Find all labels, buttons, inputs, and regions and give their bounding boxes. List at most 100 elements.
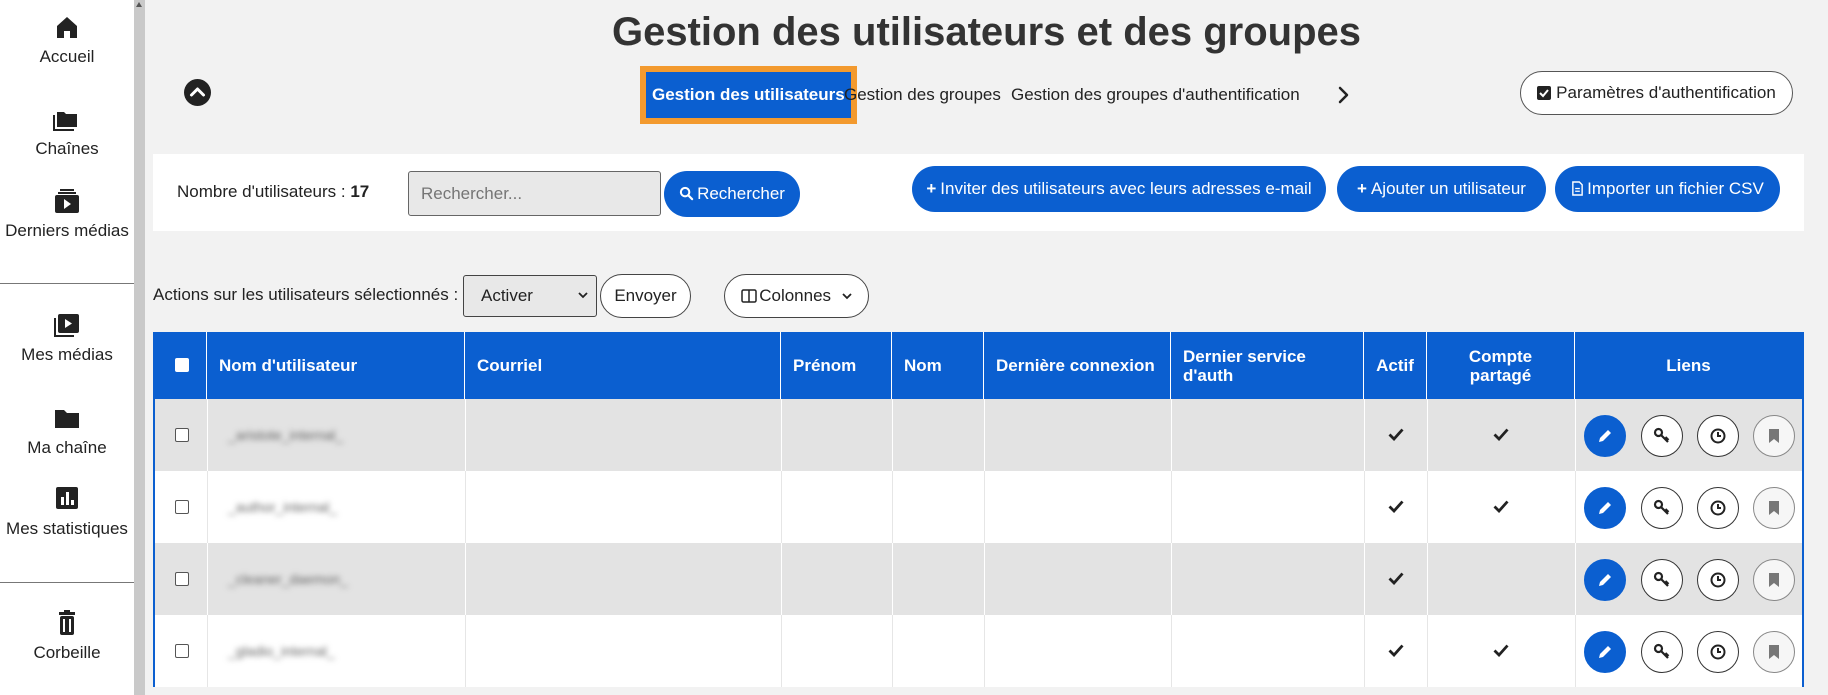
key-icon bbox=[1653, 499, 1670, 515]
sidebar-item-chaines[interactable]: Chaînes bbox=[0, 106, 134, 159]
auth-params-label: Paramètres d'authentification bbox=[1556, 83, 1776, 102]
scroll-up-arrow-icon[interactable] bbox=[136, 2, 142, 7]
select-all-column bbox=[155, 332, 207, 399]
bulk-action-select[interactable]: Activer bbox=[463, 275, 597, 317]
table-row: _author_internal_ bbox=[155, 471, 1802, 543]
sidebar-item-label: Derniers médias bbox=[5, 221, 129, 240]
bookmark-icon bbox=[1769, 429, 1779, 443]
sidebar-item-derniers-medias[interactable]: Derniers médias bbox=[0, 188, 134, 241]
invite-users-button[interactable]: + Inviter des utilisateurs avec leurs adr… bbox=[912, 166, 1326, 212]
header-username[interactable]: Nom d'utilisateur bbox=[207, 332, 465, 399]
bulk-actions-label: Actions sur les utilisateurs sélectionné… bbox=[153, 285, 459, 304]
add-user-button[interactable]: + Ajouter un utilisateur bbox=[1337, 166, 1546, 212]
sidebar-item-label: Mes médias bbox=[21, 345, 113, 364]
user-bookmark-button[interactable] bbox=[1753, 631, 1795, 673]
plus-icon: + bbox=[926, 179, 937, 198]
bookmark-icon bbox=[1769, 573, 1779, 587]
sidebar-item-accueil[interactable]: Accueil bbox=[0, 14, 134, 67]
search-button[interactable]: Rechercher bbox=[664, 171, 800, 217]
header-shared-account[interactable]: Compte partagé bbox=[1427, 332, 1575, 399]
row-checkbox[interactable] bbox=[175, 644, 189, 658]
user-bookmark-button[interactable] bbox=[1753, 415, 1795, 457]
sidebar-item-label: Chaînes bbox=[35, 139, 99, 158]
user-history-button[interactable] bbox=[1697, 415, 1739, 457]
user-history-button[interactable] bbox=[1697, 487, 1739, 529]
header-lastname[interactable]: Nom bbox=[892, 332, 984, 399]
sidebar-item-label: Ma chaîne bbox=[27, 438, 107, 457]
pencil-icon bbox=[1599, 430, 1611, 442]
table-row: _gladio_internal_ bbox=[155, 615, 1802, 687]
row-checkbox[interactable] bbox=[175, 500, 189, 514]
folders-icon bbox=[53, 112, 77, 131]
clock-icon bbox=[1710, 572, 1726, 588]
sidebar-item-label: Accueil bbox=[39, 47, 95, 66]
tab-gestion-groupes-auth[interactable]: Gestion des groupes d'authentification bbox=[1011, 70, 1300, 120]
chevron-down-icon bbox=[842, 293, 852, 300]
import-csv-button[interactable]: Importer un fichier CSV bbox=[1555, 166, 1780, 212]
clock-icon bbox=[1710, 428, 1726, 444]
header-last-login[interactable]: Dernière connexion bbox=[984, 332, 1171, 399]
active-check-icon bbox=[1388, 644, 1404, 657]
user-password-button[interactable] bbox=[1641, 559, 1683, 601]
search-input[interactable] bbox=[408, 171, 661, 216]
stats-icon bbox=[56, 487, 78, 509]
user-history-button[interactable] bbox=[1697, 559, 1739, 601]
select-all-checkbox[interactable] bbox=[175, 358, 189, 372]
edit-user-button[interactable] bbox=[1584, 559, 1626, 601]
page-title: Gestion des utilisateurs et des groupes bbox=[611, 10, 1362, 54]
key-icon bbox=[1653, 643, 1670, 659]
sidebar-item-ma-chaine[interactable]: Ma chaîne bbox=[0, 405, 134, 458]
auth-params-button[interactable]: Paramètres d'authentification bbox=[1520, 71, 1793, 115]
tab-gestion-utilisateurs[interactable]: Gestion des utilisateurs bbox=[640, 66, 857, 124]
scrollbar[interactable] bbox=[134, 0, 145, 695]
user-count-label: Nombre d'utilisateurs : bbox=[177, 182, 346, 201]
columns-button[interactable]: Colonnes bbox=[724, 274, 869, 318]
checkbox-checked-icon bbox=[1537, 86, 1552, 100]
plus-icon: + bbox=[1357, 179, 1367, 198]
active-check-icon bbox=[1388, 500, 1404, 513]
active-check-icon bbox=[1388, 572, 1404, 585]
edit-user-button[interactable] bbox=[1584, 487, 1626, 529]
trash-icon bbox=[59, 610, 75, 635]
user-bookmark-button[interactable] bbox=[1753, 559, 1795, 601]
header-last-auth-service[interactable]: Dernier service d'auth bbox=[1171, 332, 1364, 399]
shared-check-icon bbox=[1493, 644, 1509, 657]
table-header: Nom d'utilisateur Courriel Prénom Nom De… bbox=[155, 332, 1802, 399]
search-icon bbox=[679, 186, 694, 201]
tab-gestion-groupes[interactable]: Gestion des groupes bbox=[844, 70, 1001, 120]
table-row: _cleaner_daemon_ bbox=[155, 543, 1802, 615]
bookmark-icon bbox=[1769, 501, 1779, 515]
sidebar-item-mes-statistiques[interactable]: Mes statistiques bbox=[0, 486, 134, 539]
file-icon bbox=[1572, 181, 1583, 196]
username-cell: _cleaner_daemon_ bbox=[228, 571, 348, 587]
edit-user-button[interactable] bbox=[1584, 415, 1626, 457]
header-active[interactable]: Actif bbox=[1364, 332, 1427, 399]
header-firstname[interactable]: Prénom bbox=[781, 332, 892, 399]
active-check-icon bbox=[1388, 428, 1404, 441]
row-checkbox[interactable] bbox=[175, 428, 189, 442]
invite-users-label: Inviter des utilisateurs avec leurs adre… bbox=[940, 179, 1312, 198]
key-icon bbox=[1653, 571, 1670, 587]
collapse-up-button[interactable] bbox=[184, 79, 211, 106]
user-password-button[interactable] bbox=[1641, 415, 1683, 457]
add-user-label: Ajouter un utilisateur bbox=[1370, 179, 1526, 198]
username-cell: _aristote_internal_ bbox=[228, 427, 344, 443]
sidebar-item-mes-medias[interactable]: Mes médias bbox=[0, 312, 134, 365]
chevron-right-icon[interactable] bbox=[1334, 84, 1352, 106]
clock-icon bbox=[1710, 644, 1726, 660]
my-media-icon bbox=[54, 314, 79, 337]
users-table: Nom d'utilisateur Courriel Prénom Nom De… bbox=[153, 332, 1804, 687]
pencil-icon bbox=[1599, 646, 1611, 658]
user-password-button[interactable] bbox=[1641, 631, 1683, 673]
bulk-action-selected: Activer bbox=[481, 286, 533, 305]
header-email[interactable]: Courriel bbox=[465, 332, 781, 399]
edit-user-button[interactable] bbox=[1584, 631, 1626, 673]
sidebar-item-corbeille[interactable]: Corbeille bbox=[0, 610, 134, 663]
sidebar-item-label: Mes statistiques bbox=[6, 519, 128, 538]
user-history-button[interactable] bbox=[1697, 631, 1739, 673]
user-password-button[interactable] bbox=[1641, 487, 1683, 529]
send-button[interactable]: Envoyer bbox=[600, 274, 691, 318]
row-checkbox[interactable] bbox=[175, 572, 189, 586]
columns-button-label: Colonnes bbox=[759, 286, 832, 305]
user-bookmark-button[interactable] bbox=[1753, 487, 1795, 529]
